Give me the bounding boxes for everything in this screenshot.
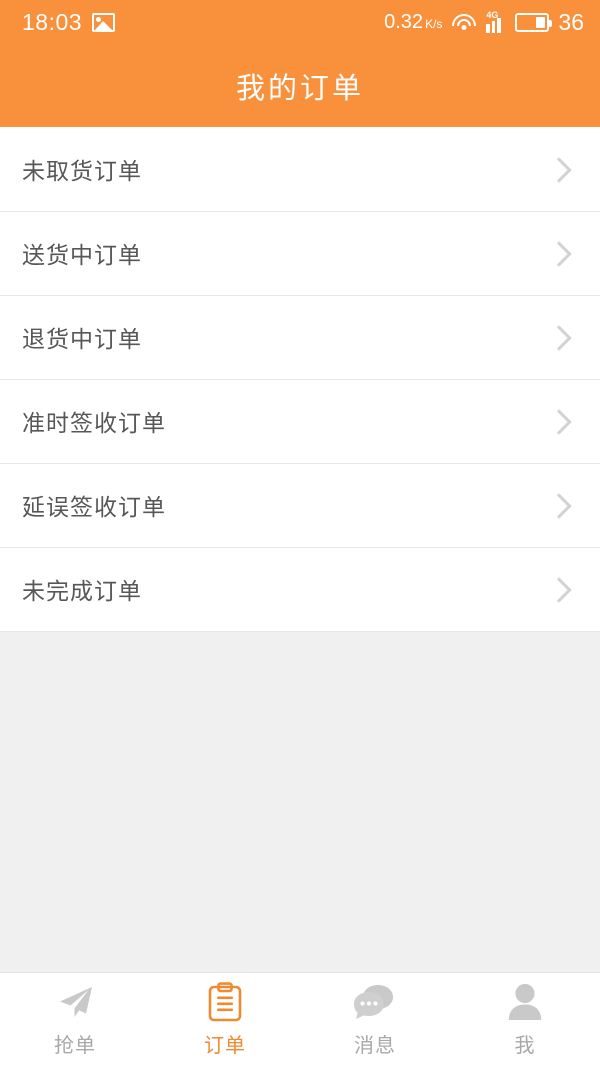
list-item[interactable]: 未取货订单 [0, 127, 600, 211]
network-rate: 0.32 K/s [384, 11, 442, 34]
battery-level: 36 [558, 9, 584, 35]
chevron-right-icon [548, 578, 570, 600]
list-item-label: 退货中订单 [22, 326, 142, 352]
list-item[interactable]: 退货中订单 [0, 295, 600, 379]
clipboard-icon [206, 982, 244, 1022]
chevron-right-icon [548, 158, 570, 180]
signal-bars-icon: 4G [486, 9, 506, 33]
empty-content-area [0, 631, 600, 972]
list-item-label: 送货中订单 [22, 242, 142, 268]
list-item[interactable]: 延误签收订单 [0, 463, 600, 547]
network-rate-value: 0.32 [384, 11, 424, 33]
network-rate-unit: K/s [425, 17, 443, 31]
list-item-label: 未取货订单 [22, 158, 142, 184]
page-title: 我的订单 [235, 73, 364, 105]
page-header: 我的订单 [0, 45, 600, 127]
list-item-label: 准时签收订单 [22, 410, 166, 436]
network-type-label: 4G [486, 9, 499, 20]
image-icon [92, 13, 116, 32]
status-bar-right: 0.32 K/s 4G 36 [384, 9, 584, 36]
tab-label: 抢单 [54, 1035, 96, 1057]
chevron-right-icon [548, 494, 570, 516]
list-item[interactable]: 未完成订单 [0, 547, 600, 631]
status-bar-left: 18:03 [22, 9, 116, 36]
tab-label: 我 [514, 1035, 536, 1057]
list-item[interactable]: 准时签收订单 [0, 379, 600, 463]
person-icon [506, 982, 544, 1022]
list-item[interactable]: 送货中订单 [0, 211, 600, 295]
battery-icon [515, 13, 553, 32]
paper-plane-icon [55, 982, 95, 1022]
bottom-tab-bar: 抢单 订单 消息 我 [0, 972, 600, 1067]
chevron-right-icon [548, 242, 570, 264]
wifi-icon [451, 13, 477, 32]
tab-grab-orders[interactable]: 抢单 [0, 973, 150, 1067]
tab-label: 订单 [204, 1035, 246, 1057]
list-item-label: 未完成订单 [22, 578, 142, 604]
tab-messages[interactable]: 消息 [300, 973, 450, 1067]
chat-bubbles-icon [354, 982, 396, 1022]
status-time: 18:03 [22, 9, 83, 35]
chevron-right-icon [548, 326, 570, 348]
chevron-right-icon [548, 410, 570, 432]
tab-orders[interactable]: 订单 [150, 973, 300, 1067]
app-root: 18:03 0.32 K/s 4G 36 我的订单 未取货订单 送货中订单 退货… [0, 0, 600, 1067]
status-bar: 18:03 0.32 K/s 4G 36 [0, 0, 600, 45]
list-item-label: 延误签收订单 [22, 494, 166, 520]
order-category-list: 未取货订单 送货中订单 退货中订单 准时签收订单 延误签收订单 未完成订单 [0, 127, 600, 631]
tab-label: 消息 [354, 1035, 396, 1057]
tab-profile[interactable]: 我 [450, 973, 600, 1067]
